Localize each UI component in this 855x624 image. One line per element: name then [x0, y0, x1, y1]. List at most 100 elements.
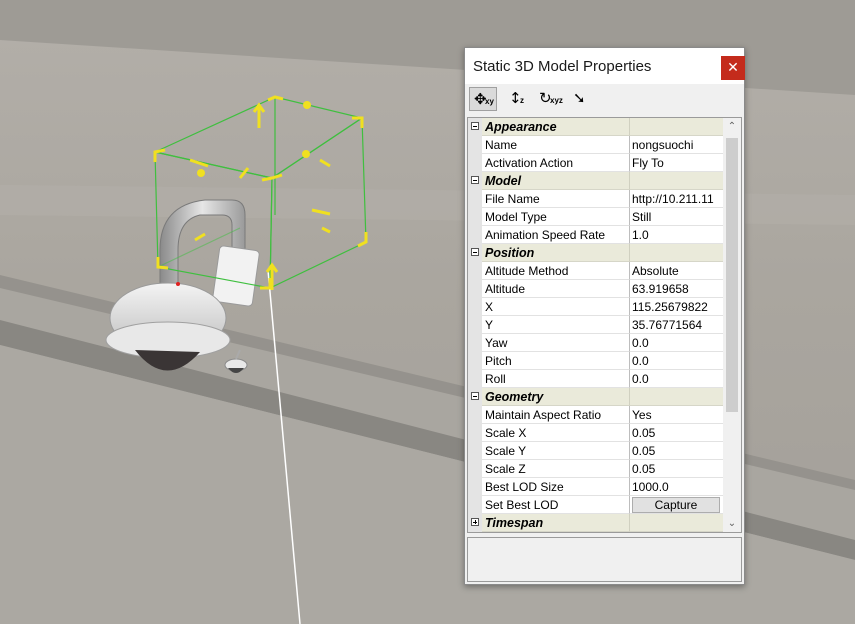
property-value[interactable]: 0.05: [630, 442, 723, 460]
property-label: Activation Action: [482, 154, 630, 172]
property-row[interactable]: Set Best LOD Capture: [468, 496, 723, 514]
property-value[interactable]: 0.0: [630, 370, 723, 388]
property-row[interactable]: Pitch 0.0: [468, 352, 723, 370]
category-appearance[interactable]: Appearance: [468, 118, 723, 136]
rotate-xyz-tool-button[interactable]: ↻ xyz: [535, 87, 563, 111]
expand-icon: [471, 518, 479, 526]
property-label: Scale Y: [482, 442, 630, 460]
vertical-scrollbar[interactable]: ⌃ ⌄: [723, 118, 741, 532]
row-gutter: [468, 136, 482, 154]
category-label: Timespan: [482, 514, 630, 532]
property-label: Y: [482, 316, 630, 334]
row-gutter: [468, 262, 482, 280]
title-bar[interactable]: Static 3D Model Properties ✕: [465, 48, 745, 84]
property-row[interactable]: Activation Action Fly To: [468, 154, 723, 172]
property-value[interactable]: http://10.211.11: [630, 190, 723, 208]
move-z-tool-button[interactable]: ↕ z: [505, 87, 533, 111]
properties-window[interactable]: Static 3D Model Properties ✕ ✥ xy ↕ z ↻ xyz ➘ …: [464, 47, 745, 585]
property-value[interactable]: Yes: [630, 406, 723, 424]
property-grid[interactable]: Appearance Name nongsuochi Activation Actio…: [467, 117, 742, 533]
row-gutter: [468, 334, 482, 352]
category-timespan[interactable]: Timespan: [468, 514, 723, 532]
category-label: Appearance: [482, 118, 630, 136]
property-value[interactable]: Fly To: [630, 154, 723, 172]
property-row[interactable]: Scale X 0.05: [468, 424, 723, 442]
row-gutter: [468, 460, 482, 478]
property-row[interactable]: Scale Y 0.05: [468, 442, 723, 460]
move-xy-tool-button[interactable]: ✥ xy: [469, 87, 497, 111]
category-position[interactable]: Position: [468, 244, 723, 262]
row-gutter: [468, 298, 482, 316]
drop-to-ground-icon: ➘: [573, 89, 586, 107]
category-label: Model: [482, 172, 630, 190]
category-value-cell: [630, 172, 723, 190]
property-label: Altitude: [482, 280, 630, 298]
tool-axis-label: xy: [485, 97, 494, 106]
property-value[interactable]: 63.919658: [630, 280, 723, 298]
property-label: Yaw: [482, 334, 630, 352]
expander-toggle[interactable]: [468, 118, 482, 136]
capture-button[interactable]: Capture: [632, 497, 720, 513]
property-value[interactable]: 1000.0: [630, 478, 723, 496]
property-label: Roll: [482, 370, 630, 388]
property-row[interactable]: Animation Speed Rate 1.0: [468, 226, 723, 244]
property-row[interactable]: Roll 0.0: [468, 370, 723, 388]
property-row[interactable]: Model Type Still: [468, 208, 723, 226]
scroll-up-button[interactable]: ⌃: [723, 118, 741, 135]
category-label: Position: [482, 244, 630, 262]
expander-toggle[interactable]: [468, 514, 482, 532]
property-value: Capture: [630, 496, 723, 514]
property-row[interactable]: Altitude 63.919658: [468, 280, 723, 298]
property-row[interactable]: X 115.25679822: [468, 298, 723, 316]
category-geometry[interactable]: Geometry: [468, 388, 723, 406]
drop-to-ground-tool-button[interactable]: ➘: [569, 87, 597, 111]
collapse-icon: [471, 248, 479, 256]
property-value[interactable]: 35.76771564: [630, 316, 723, 334]
close-button[interactable]: ✕: [721, 56, 745, 80]
property-value[interactable]: nongsuochi: [630, 136, 723, 154]
row-gutter: [468, 424, 482, 442]
row-gutter: [468, 190, 482, 208]
property-value[interactable]: Still: [630, 208, 723, 226]
chevron-down-icon: ⌄: [727, 518, 737, 529]
tool-axis-label: z: [520, 96, 524, 105]
property-value[interactable]: 0.0: [630, 352, 723, 370]
scroll-down-button[interactable]: ⌄: [723, 515, 741, 532]
category-value-cell: [630, 118, 723, 136]
property-row[interactable]: Scale Z 0.05: [468, 460, 723, 478]
window-title: Static 3D Model Properties: [473, 58, 652, 75]
property-row[interactable]: Maintain Aspect Ratio Yes: [468, 406, 723, 424]
property-label: Altitude Method: [482, 262, 630, 280]
property-row[interactable]: Y 35.76771564: [468, 316, 723, 334]
row-gutter: [468, 406, 482, 424]
expander-toggle[interactable]: [468, 244, 482, 262]
property-row[interactable]: Altitude Method Absolute: [468, 262, 723, 280]
property-label: Maintain Aspect Ratio: [482, 406, 630, 424]
category-model[interactable]: Model: [468, 172, 723, 190]
property-value[interactable]: 0.05: [630, 424, 723, 442]
chevron-up-icon: ⌃: [727, 121, 737, 132]
expander-toggle[interactable]: [468, 388, 482, 406]
row-gutter: [468, 352, 482, 370]
description-panel: [467, 537, 742, 582]
property-value[interactable]: 115.25679822: [630, 298, 723, 316]
property-label: Animation Speed Rate: [482, 226, 630, 244]
property-row[interactable]: Name nongsuochi: [468, 136, 723, 154]
scroll-thumb[interactable]: [726, 138, 738, 412]
property-label: Name: [482, 136, 630, 154]
category-label: Geometry: [482, 388, 630, 406]
property-label: Set Best LOD: [482, 496, 630, 514]
property-row[interactable]: Yaw 0.0: [468, 334, 723, 352]
row-gutter: [468, 478, 482, 496]
property-label: X: [482, 298, 630, 316]
property-value[interactable]: 0.05: [630, 460, 723, 478]
row-gutter: [468, 316, 482, 334]
property-row[interactable]: File Name http://10.211.11: [468, 190, 723, 208]
property-label: Model Type: [482, 208, 630, 226]
property-value[interactable]: 0.0: [630, 334, 723, 352]
property-value[interactable]: Absolute: [630, 262, 723, 280]
expander-toggle[interactable]: [468, 172, 482, 190]
collapse-icon: [471, 392, 479, 400]
property-row[interactable]: Best LOD Size 1000.0: [468, 478, 723, 496]
property-value[interactable]: 1.0: [630, 226, 723, 244]
